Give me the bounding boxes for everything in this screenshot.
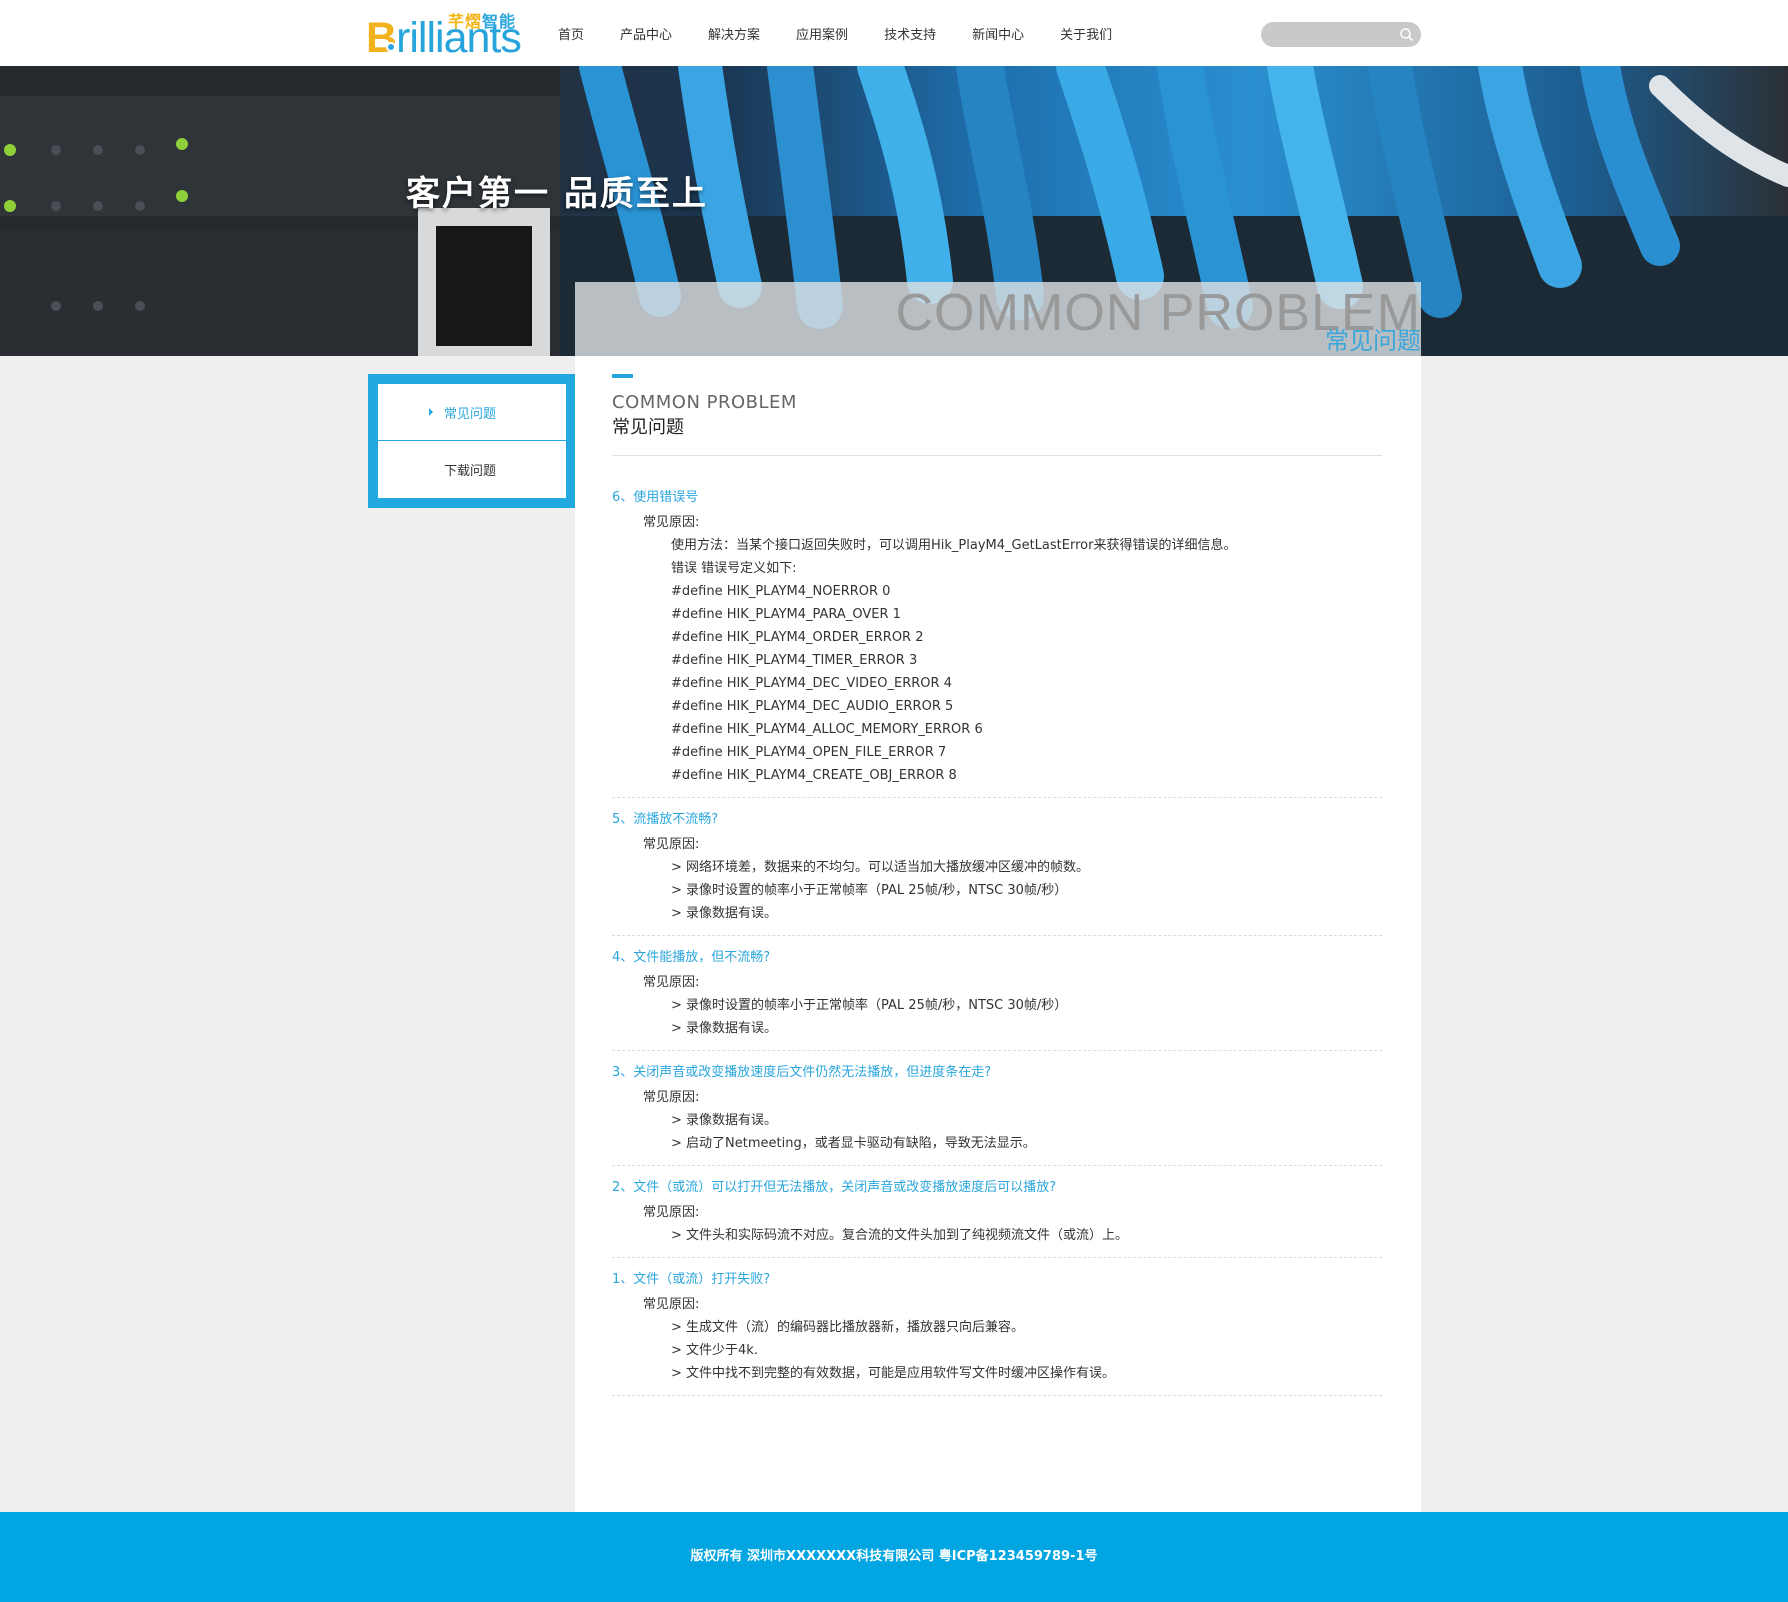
page-title-overlay: COMMON PROBLEM 常见问题	[575, 282, 1421, 356]
faq-answer-line: #define HIK_PLAYM4_ALLOC_MEMORY_ERROR 6	[671, 722, 983, 737]
faq-question[interactable]: 6、使用错误号	[612, 486, 1382, 509]
banner-slogan: 客户第一 品质至上	[406, 174, 708, 214]
faq-answer-line: #define HIK_PLAYM4_OPEN_FILE_ERROR 7	[671, 745, 947, 760]
section-divider	[612, 455, 1382, 456]
nav-item-products[interactable]: 产品中心	[620, 24, 672, 43]
faq-list: 6、使用错误号常见原因: 使用方法：当某个接口返回失败时，可以调用Hik_Play…	[612, 476, 1382, 1396]
faq-item: 3、关闭声音或改变播放速度后文件仍然无法播放，但进度条在走? 常见原因: > 录像数…	[612, 1051, 1382, 1166]
main-nav: 首页 产品中心 解决方案 应用案例 技术支持 新闻中心 关于我们	[558, 0, 1148, 66]
faq-answer-line: #define HIK_PLAYM4_DEC_AUDIO_ERROR 5	[671, 699, 954, 714]
faq-answer-line: > 录像数据有误。	[671, 1021, 778, 1036]
faq-answer-line: #define HIK_PLAYM4_ORDER_ERROR 2	[671, 630, 924, 645]
faq-answer-line: > 启动了Netmeeting，或者显卡驱动有缺陷，导致无法显示。	[671, 1136, 1036, 1151]
faq-question[interactable]: 2、文件（或流）可以打开但无法播放，关闭声音或改变播放速度后可以播放?	[612, 1176, 1382, 1199]
search-icon[interactable]	[1397, 25, 1416, 44]
brand-logo[interactable]: 芊熠智能 Brilliants	[366, 6, 526, 62]
page-title-cn: 常见问题	[1325, 327, 1421, 355]
sidebar-item-label: 下载问题	[444, 464, 497, 479]
sidebar-item-download[interactable]: 下载问题	[378, 441, 566, 498]
faq-reason-label: 常见原因:	[643, 1297, 700, 1312]
logo-dot-icon	[386, 42, 396, 52]
nav-item-news[interactable]: 新闻中心	[972, 24, 1024, 43]
site-footer: 版权所有 深圳市XXXXXXX科技有限公司 粤ICP备123459789-1号	[0, 1512, 1788, 1602]
nav-item-about[interactable]: 关于我们	[1060, 24, 1112, 43]
faq-answer-line: #define HIK_PLAYM4_NOERROR 0	[671, 584, 891, 599]
faq-answer-line: > 文件头和实际码流不对应。复合流的文件头加到了纯视频流文件（或流）上。	[671, 1228, 1129, 1243]
faq-reason-label: 常见原因:	[643, 515, 700, 530]
nav-item-support[interactable]: 技术支持	[884, 24, 936, 43]
caret-right-icon	[429, 408, 433, 416]
logo-english-text: Brilliants	[366, 14, 522, 62]
main-content: COMMON PROBLEM 常见问题 6、使用错误号常见原因: 使用方法：当某个…	[575, 356, 1421, 1512]
search-input[interactable]	[1271, 25, 1386, 44]
faq-answer-line: > 录像时设置的帧率小于正常帧率（PAL 25帧/秒，NTSC 30帧/秒）	[671, 998, 1068, 1013]
faq-answer-line: #define HIK_PLAYM4_PARA_OVER 1	[671, 607, 901, 622]
faq-answer-line: > 网络环境差，数据来的不均匀。可以适当加大播放缓冲区缓冲的帧数。	[671, 860, 1090, 875]
faq-question[interactable]: 1、文件（或流）打开失败?	[612, 1268, 1382, 1291]
faq-answer-line: > 录像数据有误。	[671, 906, 778, 921]
faq-item: 6、使用错误号常见原因: 使用方法：当某个接口返回失败时，可以调用Hik_Play…	[612, 476, 1382, 798]
footer-copyright: 版权所有 深圳市XXXXXXX科技有限公司 粤ICP备123459789-1号	[690, 1549, 1098, 1564]
section-accent-bar	[612, 374, 633, 378]
nav-item-home[interactable]: 首页	[558, 24, 584, 43]
faq-answer-line: > 录像时设置的帧率小于正常帧率（PAL 25帧/秒，NTSC 30帧/秒）	[671, 883, 1068, 898]
content-inner: COMMON PROBLEM 常见问题 6、使用错误号常见原因: 使用方法：当某个…	[612, 374, 1382, 1396]
faq-answer-line: > 文件少于4k.	[671, 1343, 758, 1358]
faq-answer-line: #define HIK_PLAYM4_CREATE_OBJ_ERROR 8	[671, 768, 957, 783]
logo-initial: B	[366, 14, 397, 62]
section-title-cn: 常见问题	[612, 417, 684, 438]
sidebar-item-faq[interactable]: 常见问题	[378, 384, 566, 441]
faq-answer-line: 使用方法：当某个接口返回失败时，可以调用Hik_PlayM4_GetLastEr…	[671, 538, 1237, 553]
site-header: 芊熠智能 Brilliants 首页 产品中心 解决方案 应用案例 技术支持 新…	[0, 0, 1788, 66]
faq-answer-line: #define HIK_PLAYM4_TIMER_ERROR 3	[671, 653, 918, 668]
faq-question[interactable]: 5、流播放不流畅?	[612, 808, 1382, 831]
faq-answer-line: > 录像数据有误。	[671, 1113, 778, 1128]
faq-answer-line: > 文件中找不到完整的有效数据，可能是应用软件写文件时缓冲区操作有误。	[671, 1366, 1116, 1381]
faq-item: 1、文件（或流）打开失败? 常见原因: > 生成文件（流）的编码器比播放器新，播放器…	[612, 1258, 1382, 1396]
logo-rest: rilliants	[396, 14, 522, 62]
sidebar: 常见问题 下载问题	[368, 374, 575, 508]
faq-answer-line: > 生成文件（流）的编码器比播放器新，播放器只向后兼容。	[671, 1320, 1025, 1335]
faq-answer-line: #define HIK_PLAYM4_DEC_VIDEO_ERROR 4	[671, 676, 952, 691]
faq-item: 2、文件（或流）可以打开但无法播放，关闭声音或改变播放速度后可以播放? 常见原因:…	[612, 1166, 1382, 1258]
section-title-en: COMMON PROBLEM	[612, 392, 797, 413]
faq-reason-label: 常见原因:	[643, 1205, 700, 1220]
nav-item-cases[interactable]: 应用案例	[796, 24, 848, 43]
faq-reason-label: 常见原因:	[643, 1090, 700, 1105]
nav-item-solutions[interactable]: 解决方案	[708, 24, 760, 43]
faq-answer-line: 错误 错误号定义如下:	[671, 561, 797, 576]
sidebar-menu: 常见问题 下载问题	[378, 384, 566, 498]
sidebar-item-label: 常见问题	[444, 406, 497, 422]
faq-item: 5、流播放不流畅? 常见原因: > 网络环境差，数据来的不均匀。可以适当加大播放缓冲…	[612, 798, 1382, 936]
faq-reason-label: 常见原因:	[643, 975, 700, 990]
faq-item: 4、文件能播放，但不流畅? 常见原因: > 录像时设置的帧率小于正常帧率（PAL 2…	[612, 936, 1382, 1051]
faq-question[interactable]: 3、关闭声音或改变播放速度后文件仍然无法播放，但进度条在走?	[612, 1061, 1382, 1084]
faq-question[interactable]: 4、文件能播放，但不流畅?	[612, 946, 1382, 969]
search-box	[1261, 22, 1421, 47]
faq-reason-label: 常见原因:	[643, 837, 700, 852]
